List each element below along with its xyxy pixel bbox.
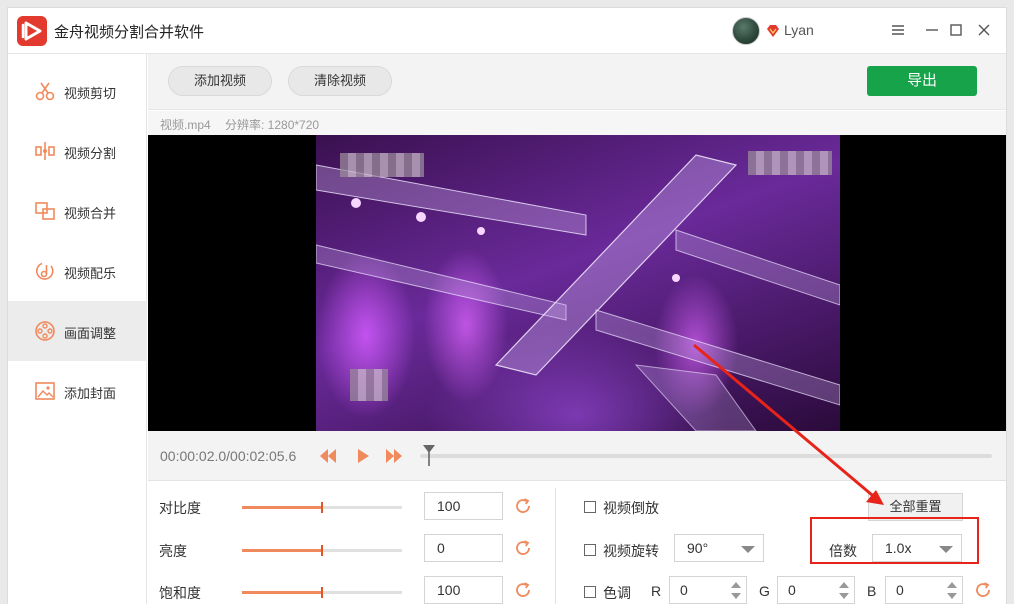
annotation-arrow-icon	[693, 343, 884, 505]
